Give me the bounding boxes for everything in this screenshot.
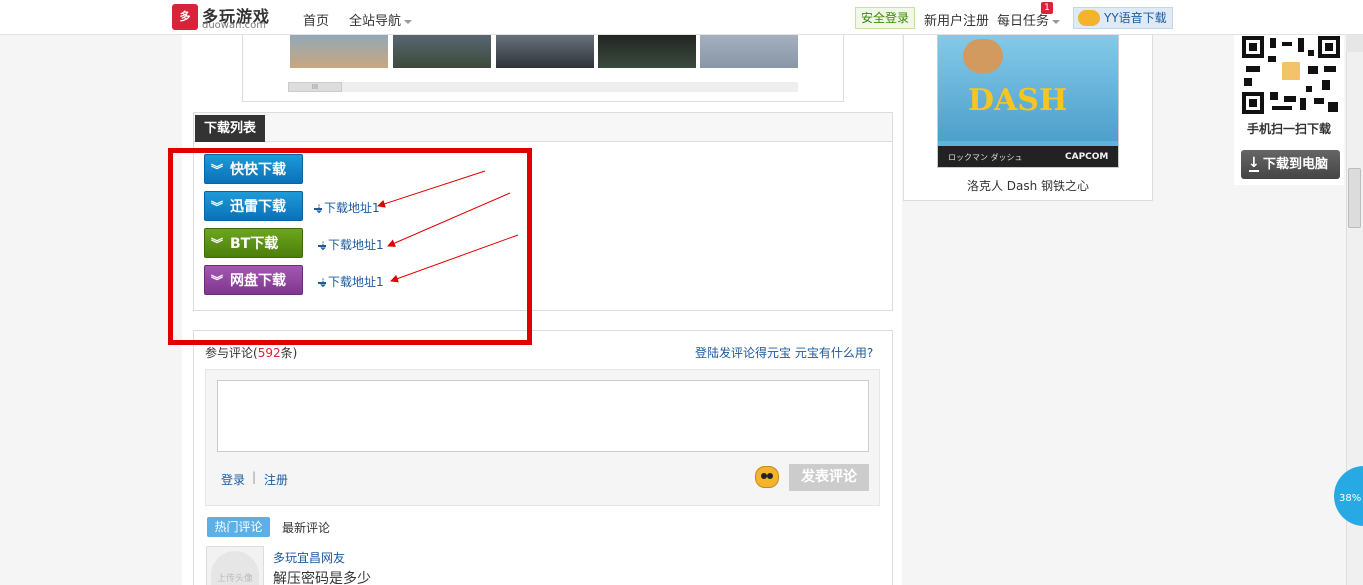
cover-japanese-title: ロックマン ダッシュ xyxy=(948,153,1023,162)
comment-textarea[interactable] xyxy=(217,380,869,452)
gallery-scroll-thumb[interactable]: III xyxy=(288,82,342,92)
daily-task-label: 每日任务 xyxy=(997,14,1050,29)
comment-count: 592 xyxy=(257,346,281,360)
qr-logo-icon xyxy=(1280,60,1302,82)
scroll-up-arrow-icon[interactable] xyxy=(1346,35,1363,52)
download-panel-header xyxy=(194,113,892,142)
download-to-pc-label: 下载到电脑 xyxy=(1263,157,1329,172)
link-separator: | xyxy=(252,470,257,484)
login-to-comment-link[interactable]: 登陆发评论得元宝 xyxy=(695,346,791,360)
cover-publisher-logo: CAPCOM xyxy=(1065,152,1109,162)
download-arrow-icon xyxy=(1248,149,1260,178)
page-scroll-thumb[interactable] xyxy=(1348,168,1361,228)
annotation-highlight-box xyxy=(168,148,532,345)
safe-login-button[interactable]: 安全登录 xyxy=(855,7,916,29)
comment-title-suffix: 条) xyxy=(280,346,298,360)
avatar-placeholder: 上传头像 xyxy=(211,551,259,585)
yy-download-label: YY语音下载 xyxy=(1104,11,1167,25)
top-navigation-bar: 多 多玩游戏 duowan.com 首页 全站导航 安全登录 新用户注册 每日任… xyxy=(0,0,1363,35)
gallery-thumbnail[interactable] xyxy=(700,30,798,68)
download-to-pc-button[interactable]: 下载到电脑 xyxy=(1241,149,1340,179)
avatar: 上传头像 xyxy=(206,546,264,585)
download-list-tab[interactable]: 下载列表 xyxy=(195,115,265,142)
comment-header-links: 登陆发评论得元宝 元宝有什么用? xyxy=(695,344,873,361)
logo-mark-icon: 多 xyxy=(172,4,198,30)
progress-indicator: 38% xyxy=(1334,466,1363,526)
gallery-scrollbar[interactable] xyxy=(288,82,798,92)
gallery-thumbnail[interactable] xyxy=(290,30,388,68)
register-link[interactable]: 新用户注册 xyxy=(924,10,989,29)
cover-logo: DASH xyxy=(968,83,1068,118)
comment-register-link[interactable]: 注册 xyxy=(264,471,288,488)
emoji-picker-icon[interactable] xyxy=(755,466,779,488)
cover-character xyxy=(963,39,1003,73)
comment-title-prefix: 参与评论( xyxy=(205,346,258,360)
chevron-down-icon xyxy=(1052,19,1061,24)
chevron-down-icon xyxy=(404,19,413,24)
game-cover-image[interactable]: DASH ロックマン ダッシュ CAPCOM xyxy=(937,30,1119,168)
nav-all-sites-label: 全站导航 xyxy=(349,14,402,29)
comment-text: 解压密码是多少 xyxy=(273,571,371,585)
daily-task-badge: 1 xyxy=(1041,2,1053,14)
tab-hot-comments[interactable]: 热门评论 xyxy=(207,517,270,537)
comment-author[interactable]: 多玩宜昌网友 xyxy=(273,549,345,566)
comment-title: 参与评论(592条) xyxy=(205,344,297,361)
submit-comment-button[interactable]: 发表评论 xyxy=(789,464,869,491)
gallery-thumbnail[interactable] xyxy=(598,30,696,68)
qr-code-icon xyxy=(1242,36,1340,114)
logo-domain: duowan.com xyxy=(202,20,266,31)
nav-home-link[interactable]: 首页 xyxy=(303,10,329,29)
yy-download-button[interactable]: YY语音下载 xyxy=(1073,7,1173,29)
yuanbao-help-link[interactable]: 元宝有什么用? xyxy=(795,346,873,360)
comment-login-link[interactable]: 登录 xyxy=(221,471,245,488)
tab-latest-comments[interactable]: 最新评论 xyxy=(282,519,330,536)
gallery-thumbnail[interactable] xyxy=(393,30,491,68)
game-title[interactable]: 洛克人 Dash 钢铁之心 xyxy=(903,177,1153,194)
duowan-logo[interactable]: 多 多玩游戏 duowan.com xyxy=(172,4,277,32)
nav-all-sites-menu[interactable]: 全站导航 xyxy=(349,10,413,29)
gallery-thumbnail[interactable] xyxy=(496,30,594,68)
qr-caption: 手机扫一扫下载 xyxy=(1246,122,1331,136)
yy-mascot-icon xyxy=(1078,10,1100,26)
